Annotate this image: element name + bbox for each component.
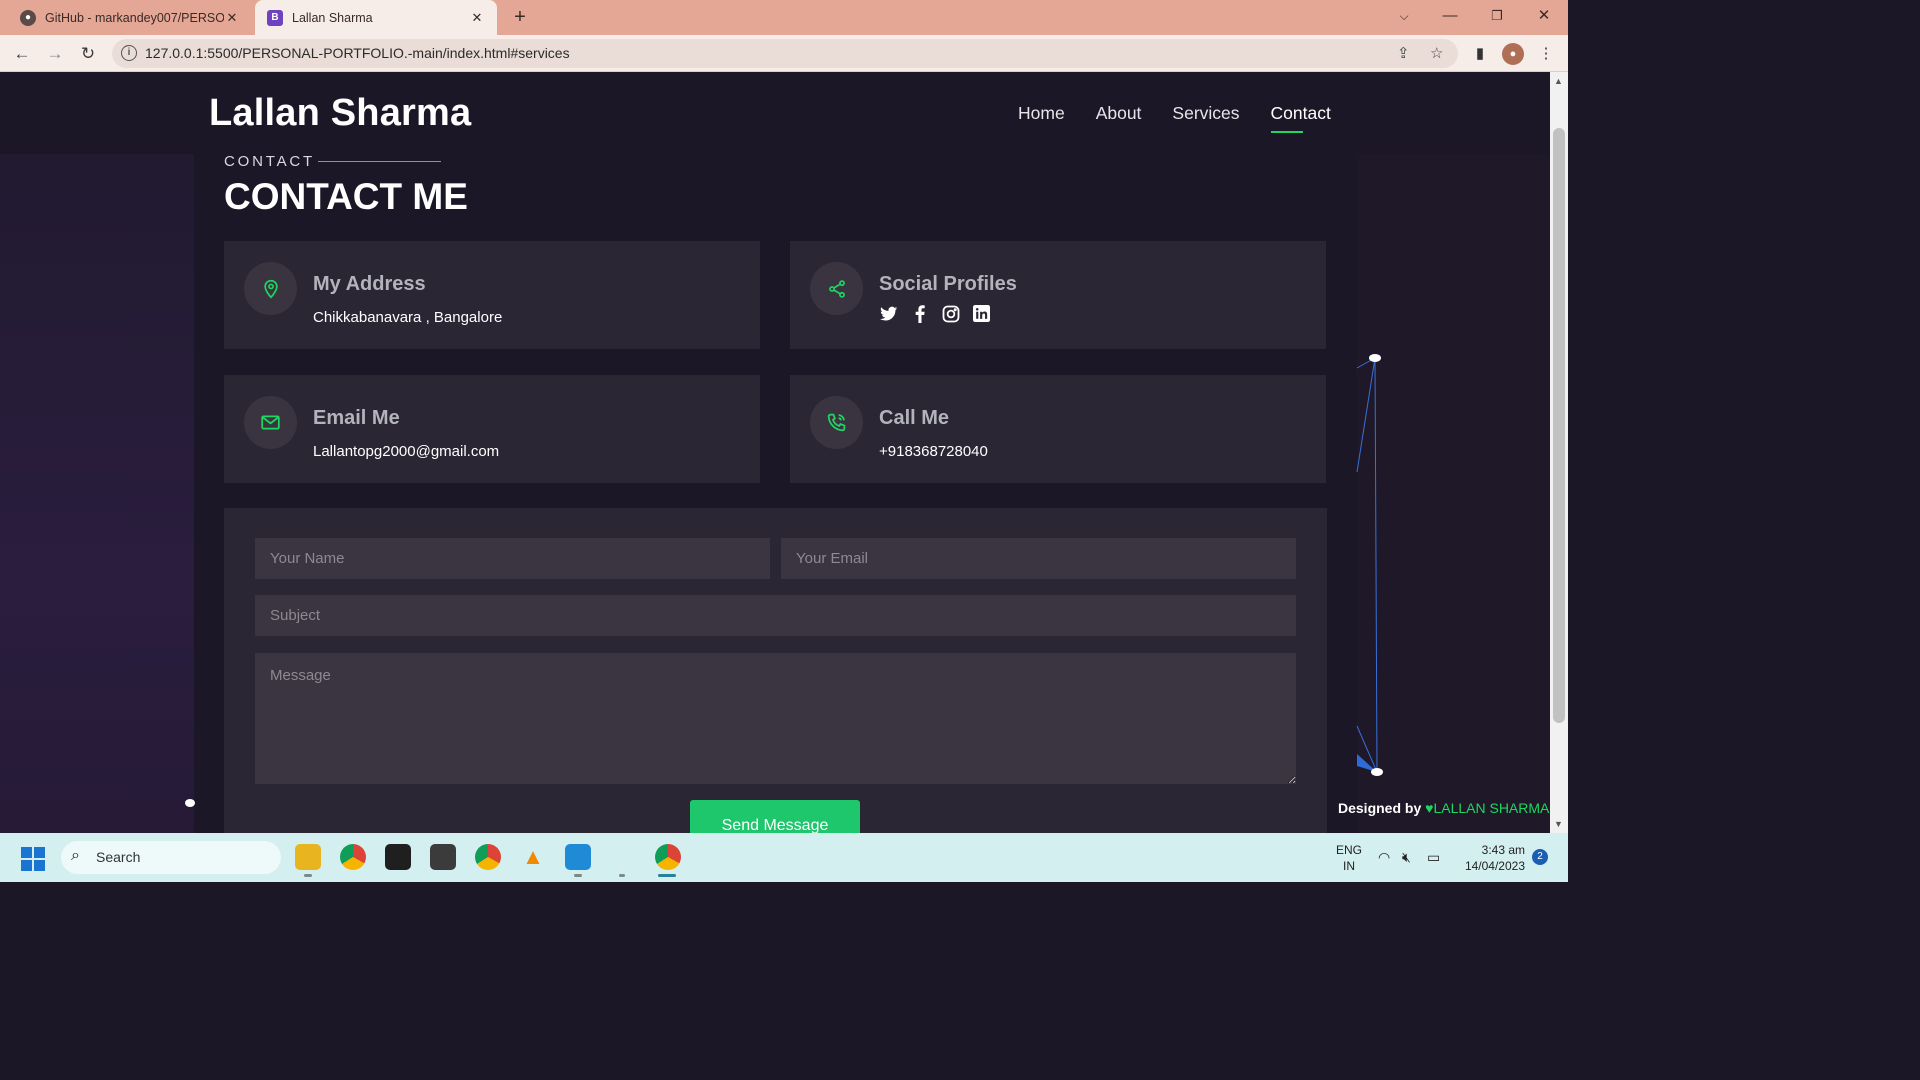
facebook-icon[interactable]	[910, 304, 929, 323]
notification-badge[interactable]: 2	[1532, 849, 1548, 865]
contact-form: Send Message	[224, 508, 1327, 833]
send-message-button[interactable]: Send Message	[690, 800, 860, 833]
battery-icon[interactable]: ▭	[1427, 849, 1440, 866]
browser-tab-bar: ● GitHub - markandey007/PERSONAL-PORTFOL…	[0, 0, 1568, 35]
new-tab-button[interactable]: +	[508, 5, 532, 29]
tab-title: Lallan Sharma	[292, 10, 373, 25]
particle-dot-decoration	[185, 799, 195, 807]
phone-text[interactable]: +918368728040	[879, 443, 988, 460]
section-title: CONTACT ME	[224, 176, 468, 217]
share-page-icon[interactable]: ⇪	[1397, 44, 1410, 62]
reload-icon[interactable]: ↻	[76, 42, 100, 66]
info-icon[interactable]: i	[121, 45, 137, 61]
particle-network-decoration	[1356, 354, 1383, 776]
message-textarea[interactable]	[255, 653, 1296, 784]
speaker-muted-icon[interactable]: 🔇︎	[1402, 849, 1411, 866]
address-card: My Address Chikkabanavara , Bangalore	[224, 241, 760, 349]
console-app-icon[interactable]	[430, 844, 456, 870]
region-code: IN	[1343, 859, 1355, 873]
chrome-icon[interactable]	[340, 844, 366, 870]
active-indicator	[658, 874, 676, 877]
social-links	[879, 304, 991, 323]
address-bar[interactable]: i 127.0.0.1:5500/PERSONAL-PORTFOLIO.-mai…	[112, 39, 1458, 68]
running-indicator	[574, 874, 582, 877]
card-title: Email Me	[313, 407, 400, 429]
running-indicator	[304, 874, 312, 877]
running-indicator	[619, 874, 625, 877]
file-explorer-icon[interactable]	[295, 844, 321, 870]
credit-name[interactable]: LALLAN SHARMA	[1433, 800, 1549, 816]
card-title: My Address	[313, 273, 426, 295]
close-icon[interactable]: ✕	[469, 10, 485, 26]
side-panel-icon[interactable]: ▮	[1469, 43, 1491, 65]
chrome-profile-icon[interactable]	[475, 844, 501, 870]
wifi-icon[interactable]: ◠	[1378, 849, 1390, 866]
taskbar-clock[interactable]: 3:43 am 14/04/2023	[1459, 842, 1525, 874]
bookmark-star-icon[interactable]: ☆	[1430, 44, 1443, 62]
restore-button[interactable]: ❐	[1477, 4, 1517, 28]
address-text: Chikkabanavara , Bangalore	[313, 309, 503, 326]
forward-icon[interactable]: →	[43, 42, 67, 66]
nav-home[interactable]: Home	[1018, 103, 1065, 124]
tab-lallan-sharma[interactable]: B Lallan Sharma ✕	[255, 0, 497, 35]
vlc-icon[interactable]: ▲	[520, 844, 546, 870]
clock-date: 14/04/2023	[1464, 859, 1525, 873]
taskbar-search-label: Search	[96, 849, 141, 865]
tab-search-chevron-icon[interactable]: ⌵	[1384, 4, 1424, 28]
card-title: Call Me	[879, 407, 950, 429]
tab-github[interactable]: ● GitHub - markandey007/PERSONAL-PORTFOL…	[8, 0, 252, 35]
card-title: Social Profiles	[879, 273, 1017, 295]
search-icon: ⌕	[71, 847, 80, 864]
chrome-active-icon[interactable]	[655, 844, 681, 870]
github-icon: ●	[20, 9, 36, 26]
name-input[interactable]	[255, 538, 770, 579]
terminal-icon[interactable]	[385, 844, 411, 870]
close-icon[interactable]: ✕	[224, 10, 240, 26]
share-icon	[810, 262, 863, 315]
nav-contact[interactable]: Contact	[1270, 103, 1331, 133]
site-brand[interactable]: Lallan Sharma	[209, 92, 471, 135]
section-label: CONTACT	[224, 153, 315, 170]
background-panel	[0, 154, 194, 833]
browser-toolbar: ← → ↻ i 127.0.0.1:5500/PERSONAL-PORTFOLI…	[0, 35, 1568, 72]
windows-taskbar: ⌕ Search ▲ ENG IN ◠ 🔇︎ ▭ 3:43 am 14/04/2…	[0, 833, 1568, 882]
social-profiles-card: Social Profiles	[790, 241, 1326, 349]
vscode-icon[interactable]	[565, 844, 591, 870]
envelope-icon	[244, 396, 297, 449]
subject-input[interactable]	[255, 595, 1296, 636]
scrollbar-thumb[interactable]	[1553, 128, 1565, 723]
minimize-button[interactable]: —	[1430, 4, 1470, 28]
page-viewport: Lallan Sharma Home About Services Contac…	[0, 72, 1550, 833]
linkedin-icon[interactable]	[972, 304, 991, 323]
map-pin-icon	[244, 262, 297, 315]
section-divider	[318, 161, 441, 162]
designed-by-credit: Designed by ♥LALLAN SHARMA	[1338, 800, 1549, 816]
clock-time: 3:43 am	[1481, 843, 1525, 857]
nav-services[interactable]: Services	[1172, 103, 1239, 124]
phone-icon	[810, 396, 863, 449]
email-text[interactable]: Lallantopg2000@gmail.com	[313, 443, 499, 460]
scroll-down-arrow-icon[interactable]: ▼	[1554, 819, 1563, 829]
taskbar-search-box[interactable]: ⌕ Search	[61, 841, 281, 874]
language-code: ENG	[1336, 843, 1363, 857]
nav-about[interactable]: About	[1096, 103, 1142, 124]
main-nav: Home About Services Contact	[1018, 103, 1331, 133]
close-window-button[interactable]: ✕	[1524, 4, 1564, 28]
email-input[interactable]	[781, 538, 1296, 579]
instagram-icon[interactable]	[941, 304, 960, 323]
tab-title: GitHub - markandey007/PERSONAL-PORTFOLIO…	[45, 10, 224, 25]
email-card: Email Me Lallantopg2000@gmail.com	[224, 375, 760, 483]
menu-kebab-icon[interactable]: ⋮	[1535, 43, 1557, 65]
bootstrap-icon: B	[267, 9, 283, 26]
scroll-up-arrow-icon[interactable]: ▲	[1554, 76, 1563, 86]
page-scrollbar[interactable]: ▲ ▼	[1550, 72, 1568, 833]
phone-card: Call Me +918368728040	[790, 375, 1326, 483]
windows-start-icon[interactable]	[21, 847, 45, 871]
credit-prefix: Designed by	[1338, 800, 1426, 816]
language-indicator[interactable]: ENG IN	[1336, 842, 1362, 874]
back-icon[interactable]: ←	[10, 42, 34, 66]
twitter-icon[interactable]	[879, 304, 898, 323]
profile-avatar[interactable]: ●	[1502, 43, 1524, 65]
url-text[interactable]: 127.0.0.1:5500/PERSONAL-PORTFOLIO.-main/…	[145, 45, 570, 61]
